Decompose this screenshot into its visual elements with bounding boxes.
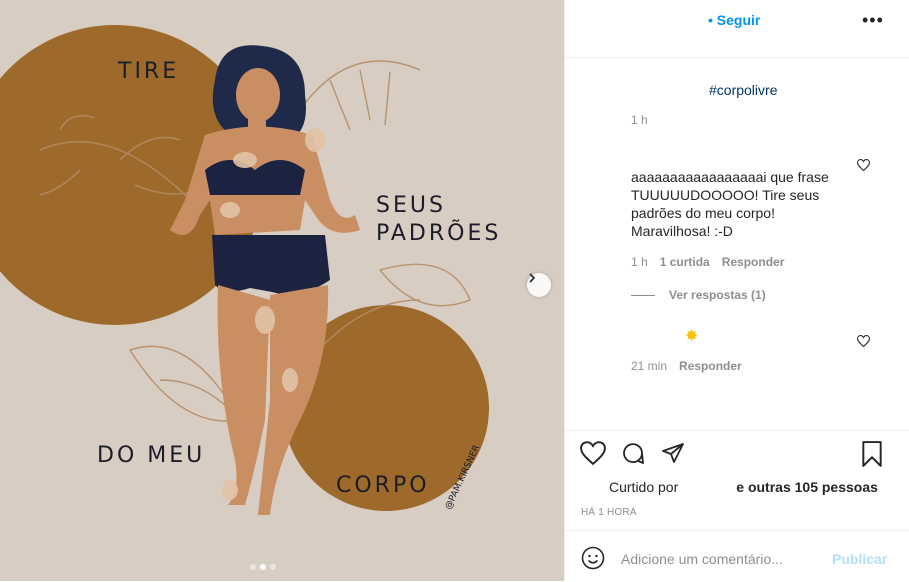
carousel-dot (250, 564, 256, 570)
post-header: • Seguir ••• (565, 0, 909, 58)
carousel-dot-active (260, 564, 266, 570)
reply-button[interactable]: Responder (722, 255, 785, 269)
comment-time: 21 min (631, 359, 668, 373)
art-text-do-meu: DO MEU (97, 443, 205, 468)
chevron-right-icon (529, 273, 536, 283)
comment-input[interactable]: Adicione um comentário... (621, 551, 783, 567)
comment-meta: 1 h 1 curtida Responder (631, 255, 784, 269)
emoji-smiley-icon[interactable] (581, 546, 605, 570)
post-timestamp: HÁ 1 HORA (581, 507, 637, 518)
comment-likes[interactable]: 1 curtida (660, 255, 710, 269)
save-bookmark-icon[interactable] (861, 441, 883, 467)
carousel-dot (270, 564, 276, 570)
comment-icon[interactable] (621, 441, 645, 465)
art-text-corpo: CORPO (336, 473, 430, 498)
more-options-icon[interactable]: ••• (862, 10, 884, 31)
carousel-indicator (250, 564, 276, 570)
view-replies-button[interactable]: Ver respostas (1) (631, 288, 766, 302)
add-comment-bar: Adicione um comentário... Publicar (565, 530, 909, 582)
publish-button[interactable]: Publicar (832, 551, 887, 567)
replies-divider (631, 294, 655, 296)
illustration: TIRE SEUS PADRÕES DO MEU CORPO @PAM.KIRS… (0, 0, 564, 581)
carousel-next-button[interactable] (527, 273, 551, 297)
view-replies-label: Ver respostas (1) (669, 288, 766, 302)
likes-prefix: Curtido por (609, 479, 679, 495)
post-image: TIRE SEUS PADRÕES DO MEU CORPO @PAM.KIRS… (0, 0, 564, 581)
caption-time: 1 h (631, 113, 648, 127)
likes-summary[interactable]: Curtido por e outras 105 pessoas (609, 479, 878, 495)
hashtag-link[interactable]: #corpolivre (709, 82, 777, 98)
likes-suffix: e outras 105 pessoas (736, 479, 878, 495)
share-send-icon[interactable] (661, 441, 685, 465)
like-heart-icon[interactable] (580, 441, 606, 465)
comment-meta: 21 min Responder (631, 359, 742, 373)
reply-button[interactable]: Responder (679, 359, 742, 373)
action-bar (565, 430, 909, 471)
follow-button[interactable]: • Seguir (708, 12, 760, 28)
comment-time: 1 h (631, 255, 648, 269)
art-text-tire: TIRE (117, 59, 179, 84)
comment-text: aaaaaaaaaaaaaaaaai que frase TUUUUUDOOOO… (631, 169, 829, 239)
art-text-seus: SEUS (376, 193, 446, 218)
instagram-post: TIRE SEUS PADRÕES DO MEU CORPO @PAM.KIRS… (0, 0, 909, 581)
post-sidebar: • Seguir ••• #corpolivre 1 h aaaaaaaaaaa… (564, 0, 909, 581)
comment-like-heart-icon[interactable] (857, 335, 870, 347)
sparkle-emoji: ✸ (685, 328, 699, 345)
comment-like-heart-icon[interactable] (857, 159, 870, 171)
art-text-padroes: PADRÕES (376, 219, 501, 246)
